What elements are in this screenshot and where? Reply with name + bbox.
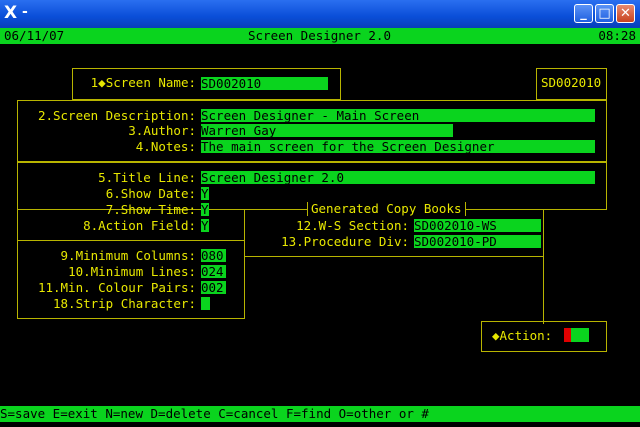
maximize-button[interactable]: □ [595, 4, 614, 23]
window-titlebar[interactable]: X - _ □ ✕ [0, 0, 640, 28]
strip-character-label: 18.Strip Character: [53, 296, 196, 311]
colour-pairs-label: 11.Min. Colour Pairs: [37, 280, 196, 295]
action-field[interactable] [571, 328, 589, 342]
author-field[interactable]: Warren Gay [201, 124, 453, 137]
ws-section-label: 12.W-S Section: [296, 218, 409, 233]
screen-name-field[interactable]: SD002010 [201, 77, 328, 90]
ws-section-field[interactable]: SD002010-WS [414, 219, 541, 232]
header-title: Screen Designer 2.0 [248, 28, 391, 43]
procedure-div-field[interactable]: SD002010-PD [414, 235, 541, 248]
show-date-field[interactable]: Y [201, 187, 209, 200]
show-time-label: 7.Show Time: [105, 202, 196, 217]
cursor-block [564, 328, 571, 342]
copybooks-box [244, 209, 544, 257]
min-columns-label: 9.Minimum Columns: [60, 248, 196, 263]
author-field-overflow [453, 124, 595, 137]
copybooks-title: Generated Copy Books [307, 202, 466, 216]
description-label: 2.Screen Description: [37, 108, 196, 123]
options-box-left [17, 209, 18, 240]
title-line-field[interactable]: Screen Designer 2.0 [201, 171, 595, 184]
x-logo-icon: X [4, 3, 18, 23]
command-bar: S=save E=exit N=new D=delete C=cancel F=… [0, 406, 640, 422]
description-field[interactable]: Screen Designer - Main Screen [201, 109, 595, 122]
strip-character-field[interactable]: _ [201, 297, 210, 310]
action-label: ◆Action: [492, 328, 553, 343]
screen-name-label: 1◆Screen Name: [90, 75, 196, 90]
author-label: 3.Author: [128, 123, 196, 138]
notes-field[interactable]: The main screen for the Screen Designer [201, 140, 595, 153]
min-lines-field[interactable]: 024 [201, 265, 226, 278]
procedure-div-label: 13.Procedure Div: [281, 234, 409, 249]
close-button[interactable]: ✕ [616, 4, 635, 23]
screen-id-text: SD002010 [541, 75, 602, 90]
notes-label: 4.Notes: [135, 139, 196, 154]
show-date-label: 6.Show Date: [105, 186, 196, 201]
terminal-screen: 06/11/07 Screen Designer 2.0 08:28 1◆Scr… [0, 28, 640, 427]
min-lines-label: 10.Minimum Lines: [68, 264, 196, 279]
header-time: 08:28 [598, 28, 636, 43]
window-title: - [22, 4, 28, 20]
minimize-button[interactable]: _ [574, 4, 593, 23]
header-date: 06/11/07 [4, 28, 65, 43]
header-bar: 06/11/07 Screen Designer 2.0 08:28 [0, 28, 640, 44]
show-time-field[interactable]: Y [201, 203, 209, 216]
colour-pairs-field[interactable]: 002 [201, 281, 226, 294]
min-columns-field[interactable]: 080 [201, 249, 226, 262]
action-field-field[interactable]: Y [201, 219, 209, 232]
connector-line [543, 256, 544, 324]
action-field-label: 8.Action Field: [83, 218, 196, 233]
title-line-label: 5.Title Line: [98, 170, 196, 185]
